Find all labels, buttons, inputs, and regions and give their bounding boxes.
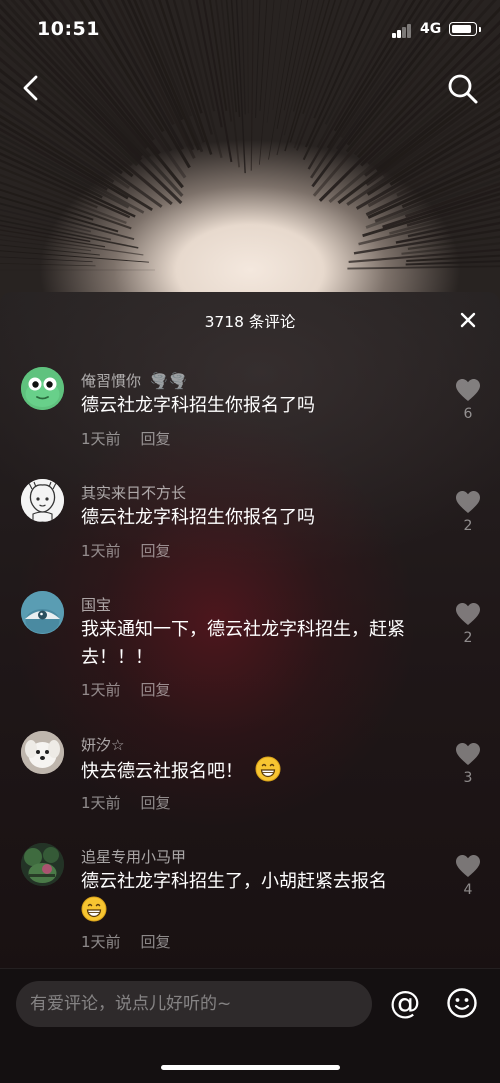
comment-text: 德云社龙字科招生你报名了吗 xyxy=(81,507,315,528)
avatar[interactable] xyxy=(21,843,64,886)
comment-text: 德云社龙字科招生了，小胡赶紧去报名 xyxy=(81,868,426,926)
comment-meta: 1天前 回复 xyxy=(81,679,171,700)
avatar[interactable] xyxy=(21,591,64,634)
comment-time: 1天前 xyxy=(81,681,121,699)
like-count: 3 xyxy=(463,770,473,786)
like-count: 6 xyxy=(463,406,473,422)
avatar[interactable] xyxy=(21,367,64,410)
heart-icon xyxy=(456,603,480,625)
search-icon[interactable] xyxy=(446,72,480,106)
comment-username[interactable]: 其实来日不方长 xyxy=(81,482,186,503)
comment-input-bar: @ xyxy=(0,968,500,1083)
smiley-icon[interactable] xyxy=(446,987,478,1019)
reply-button[interactable]: 回复 xyxy=(141,933,171,951)
comment-meta: 1天前 回复 xyxy=(81,428,171,449)
reply-button[interactable]: 回复 xyxy=(141,542,171,560)
battery-icon xyxy=(449,22,481,36)
comment-time: 1天前 xyxy=(81,430,121,448)
at-icon[interactable]: @ xyxy=(387,985,423,1021)
close-icon[interactable] xyxy=(456,308,480,332)
network-type: 4G xyxy=(420,21,442,37)
reply-button[interactable]: 回复 xyxy=(141,430,171,448)
avatar[interactable] xyxy=(21,731,64,774)
username-text[interactable]: 俺習慣你 xyxy=(81,372,141,390)
heart-icon xyxy=(456,379,480,401)
avatar[interactable] xyxy=(21,479,64,522)
reply-button[interactable]: 回复 xyxy=(141,681,171,699)
heart-icon xyxy=(456,743,480,765)
signal-icon xyxy=(392,24,414,38)
comments-header: 3718 条评论 xyxy=(0,292,500,348)
like-button[interactable]: 2 xyxy=(452,602,484,646)
status-bar: 10:51 4G xyxy=(0,0,500,60)
comment-username[interactable]: 俺習慣你 🌪️🌪️ xyxy=(81,370,187,391)
comment-meta: 1天前 回复 xyxy=(81,792,171,813)
status-time: 10:51 xyxy=(37,18,100,40)
comment-time: 1天前 xyxy=(81,542,121,560)
comment-text: 快去德云社报名吧！ xyxy=(81,756,426,786)
comment-count-title: 3718 条评论 xyxy=(204,313,296,331)
comment-text-content: 快去德云社报名吧！ xyxy=(81,761,243,782)
like-button[interactable]: 3 xyxy=(452,742,484,786)
username-badge-tornado: 🌪️🌪️ xyxy=(149,372,188,390)
like-button[interactable]: 2 xyxy=(452,490,484,534)
comment-time: 1天前 xyxy=(81,933,121,951)
comment-meta: 1天前 回复 xyxy=(81,931,171,952)
comment-time: 1天前 xyxy=(81,794,121,812)
comment-username[interactable]: 妍汐☆ xyxy=(81,734,124,755)
back-icon[interactable] xyxy=(18,72,46,104)
grinning-emoji-icon xyxy=(255,756,281,782)
comment-meta: 1天前 回复 xyxy=(81,540,171,561)
heart-icon xyxy=(456,491,480,513)
comments-sheet: 3718 条评论 俺習慣你 🌪️🌪️ 德云社龙字科招生你报名了吗 1天前 回复 6 xyxy=(0,292,500,1082)
heart-icon xyxy=(456,855,480,877)
comment-text: 我来通知一下，德云社龙字科招生，赶紧去！！！ xyxy=(81,619,405,668)
comment-input[interactable] xyxy=(16,981,372,1027)
comment-text-content: 德云社龙字科招生了，小胡赶紧去报名 xyxy=(81,871,387,892)
reply-button[interactable]: 回复 xyxy=(141,794,171,812)
like-button[interactable]: 4 xyxy=(452,854,484,898)
like-count: 2 xyxy=(463,630,473,646)
speed-line xyxy=(0,229,106,248)
comment-username[interactable]: 国宝 xyxy=(81,594,111,615)
like-count: 2 xyxy=(463,518,473,534)
home-indicator xyxy=(161,1065,340,1070)
like-button[interactable]: 6 xyxy=(452,378,484,422)
comment-username[interactable]: 追星专用小马甲 xyxy=(81,846,186,867)
comment-text: 德云社龙字科招生你报名了吗 xyxy=(81,395,315,416)
speed-line xyxy=(0,263,96,267)
like-count: 4 xyxy=(463,882,473,898)
grinning-emoji-icon xyxy=(81,896,107,922)
